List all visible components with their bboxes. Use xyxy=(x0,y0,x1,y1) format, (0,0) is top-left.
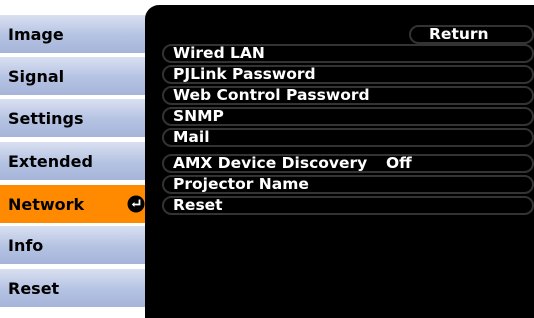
tab-reset[interactable]: Reset xyxy=(0,269,151,307)
menu-item-amx-device-discovery[interactable]: AMX Device Discovery Off xyxy=(162,154,534,173)
menu-item-label: Web Control Password xyxy=(173,86,370,104)
menu-item-label: Reset xyxy=(173,196,223,214)
network-settings-panel: Return Wired LAN PJLink Password Web Con… xyxy=(145,5,534,318)
menu-item-label: Mail xyxy=(173,128,210,146)
tab-label: Settings xyxy=(8,108,84,128)
projector-menu: Image Signal Settings Extended Network I… xyxy=(0,0,534,318)
enter-icon xyxy=(127,195,145,213)
menu-item-web-control-password[interactable]: Web Control Password xyxy=(162,86,534,105)
menu-item-label: SNMP xyxy=(173,107,224,125)
menu-item-projector-name[interactable]: Projector Name xyxy=(162,175,534,194)
tab-network[interactable]: Network xyxy=(0,185,151,223)
menu-item-snmp[interactable]: SNMP xyxy=(162,107,534,126)
tab-signal[interactable]: Signal xyxy=(0,57,151,95)
tab-label: Extended xyxy=(8,151,93,171)
return-button[interactable]: Return xyxy=(409,25,534,44)
menu-item-mail[interactable]: Mail xyxy=(162,128,534,147)
return-label: Return xyxy=(429,25,489,43)
menu-item-label: AMX Device Discovery xyxy=(173,154,368,172)
menu-item-label: Projector Name xyxy=(173,175,309,193)
menu-item-label: Wired LAN xyxy=(173,44,265,62)
tab-label: Reset xyxy=(8,278,60,298)
tab-label: Image xyxy=(8,24,64,44)
tab-extended[interactable]: Extended xyxy=(0,142,151,180)
menu-item-reset[interactable]: Reset xyxy=(162,196,534,215)
tab-label: Info xyxy=(8,235,44,255)
tab-info[interactable]: Info xyxy=(0,226,151,264)
tab-image[interactable]: Image xyxy=(0,15,151,53)
menu-item-wired-lan[interactable]: Wired LAN xyxy=(162,44,534,63)
menu-item-pjlink-password[interactable]: PJLink Password xyxy=(162,65,534,84)
tab-settings[interactable]: Settings xyxy=(0,99,151,137)
menu-item-label: PJLink Password xyxy=(173,65,316,83)
menu-item-value: Off xyxy=(386,154,412,172)
tab-label: Signal xyxy=(8,66,65,86)
tab-label: Network xyxy=(8,194,85,214)
menu-tab-column: Image Signal Settings Extended Network I… xyxy=(0,0,160,318)
